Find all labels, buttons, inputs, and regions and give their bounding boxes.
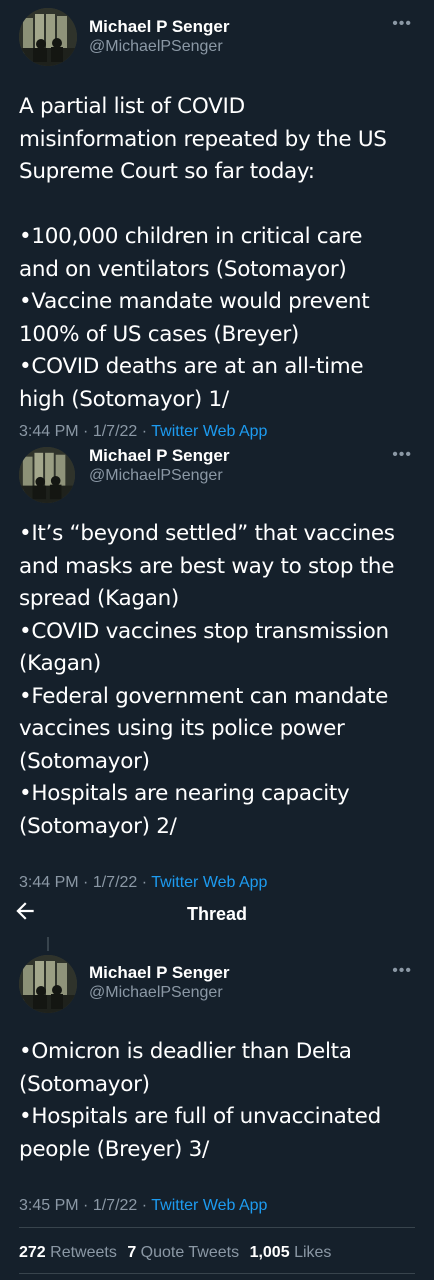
author-name[interactable]: Michael P Senger [89, 446, 229, 466]
more-options-icon[interactable]: ••• [392, 447, 412, 463]
tweet-time[interactable]: 3:45 PM [19, 1197, 79, 1214]
author-handle[interactable]: @MichaelPSenger [89, 38, 223, 56]
tweet-text: •It’s “beyond settled” that vaccines and… [19, 521, 395, 839]
tweet-source-link[interactable]: Twitter Web App [151, 423, 267, 440]
tweet-meta: 3:44 PM · 1/7/22 · Twitter Web App [19, 423, 267, 441]
author-name[interactable]: Michael P Senger [89, 963, 229, 983]
thread-header: Thread [0, 896, 434, 932]
thread-title: Thread [186, 904, 247, 924]
author-name[interactable]: Michael P Senger [89, 17, 229, 37]
likes-label: Likes [294, 1244, 332, 1261]
retweets-stat[interactable]: 272 Retweets [19, 1244, 117, 1261]
avatar[interactable] [19, 447, 75, 503]
quote-tweets-label: Quote Tweets [140, 1244, 240, 1261]
likes-count: 1,005 [249, 1244, 290, 1261]
tweet-text: A partial list of COVID misinformation r… [19, 94, 387, 412]
thread-connector-line [47, 937, 49, 951]
tweet-meta: 3:45 PM · 1/7/22 · Twitter Web App [19, 1197, 267, 1215]
tweet-source-link[interactable]: Twitter Web App [151, 874, 267, 891]
tweet-date[interactable]: 1/7/22 [93, 423, 137, 440]
separator: · [141, 874, 148, 891]
more-options-icon[interactable]: ••• [392, 963, 412, 979]
retweets-label: Retweets [50, 1244, 117, 1261]
author-handle[interactable]: @MichaelPSenger [89, 467, 223, 485]
avatar[interactable] [19, 955, 77, 1013]
tweet-date[interactable]: 1/7/22 [93, 874, 137, 891]
tweet-time[interactable]: 3:44 PM [19, 423, 79, 440]
tweet-meta: 3:44 PM · 1/7/22 · Twitter Web App [19, 874, 267, 892]
tweet-text: •Omicron is deadlier than Delta (Sotomay… [19, 1039, 381, 1162]
quote-tweets-count: 7 [127, 1244, 137, 1261]
separator: · [83, 423, 89, 440]
retweets-count: 272 [19, 1244, 46, 1261]
avatar[interactable] [19, 8, 77, 66]
divider [19, 1227, 415, 1228]
tweet-time[interactable]: 3:44 PM [19, 874, 79, 891]
divider [19, 1273, 415, 1274]
author-handle[interactable]: @MichaelPSenger [89, 984, 223, 1002]
more-options-icon[interactable]: ••• [392, 16, 412, 32]
tweet-source-link[interactable]: Twitter Web App [151, 1197, 267, 1214]
separator: · [141, 423, 148, 440]
engagement-stats: 272 Retweets 7 Quote Tweets 1,005 Likes [19, 1244, 337, 1262]
quote-tweets-stat[interactable]: 7 Quote Tweets [127, 1244, 239, 1261]
separator: · [83, 874, 89, 891]
tweet-date[interactable]: 1/7/22 [93, 1197, 137, 1214]
separator: · [83, 1197, 89, 1214]
separator: · [141, 1197, 148, 1214]
likes-stat[interactable]: 1,005 Likes [250, 1244, 332, 1261]
